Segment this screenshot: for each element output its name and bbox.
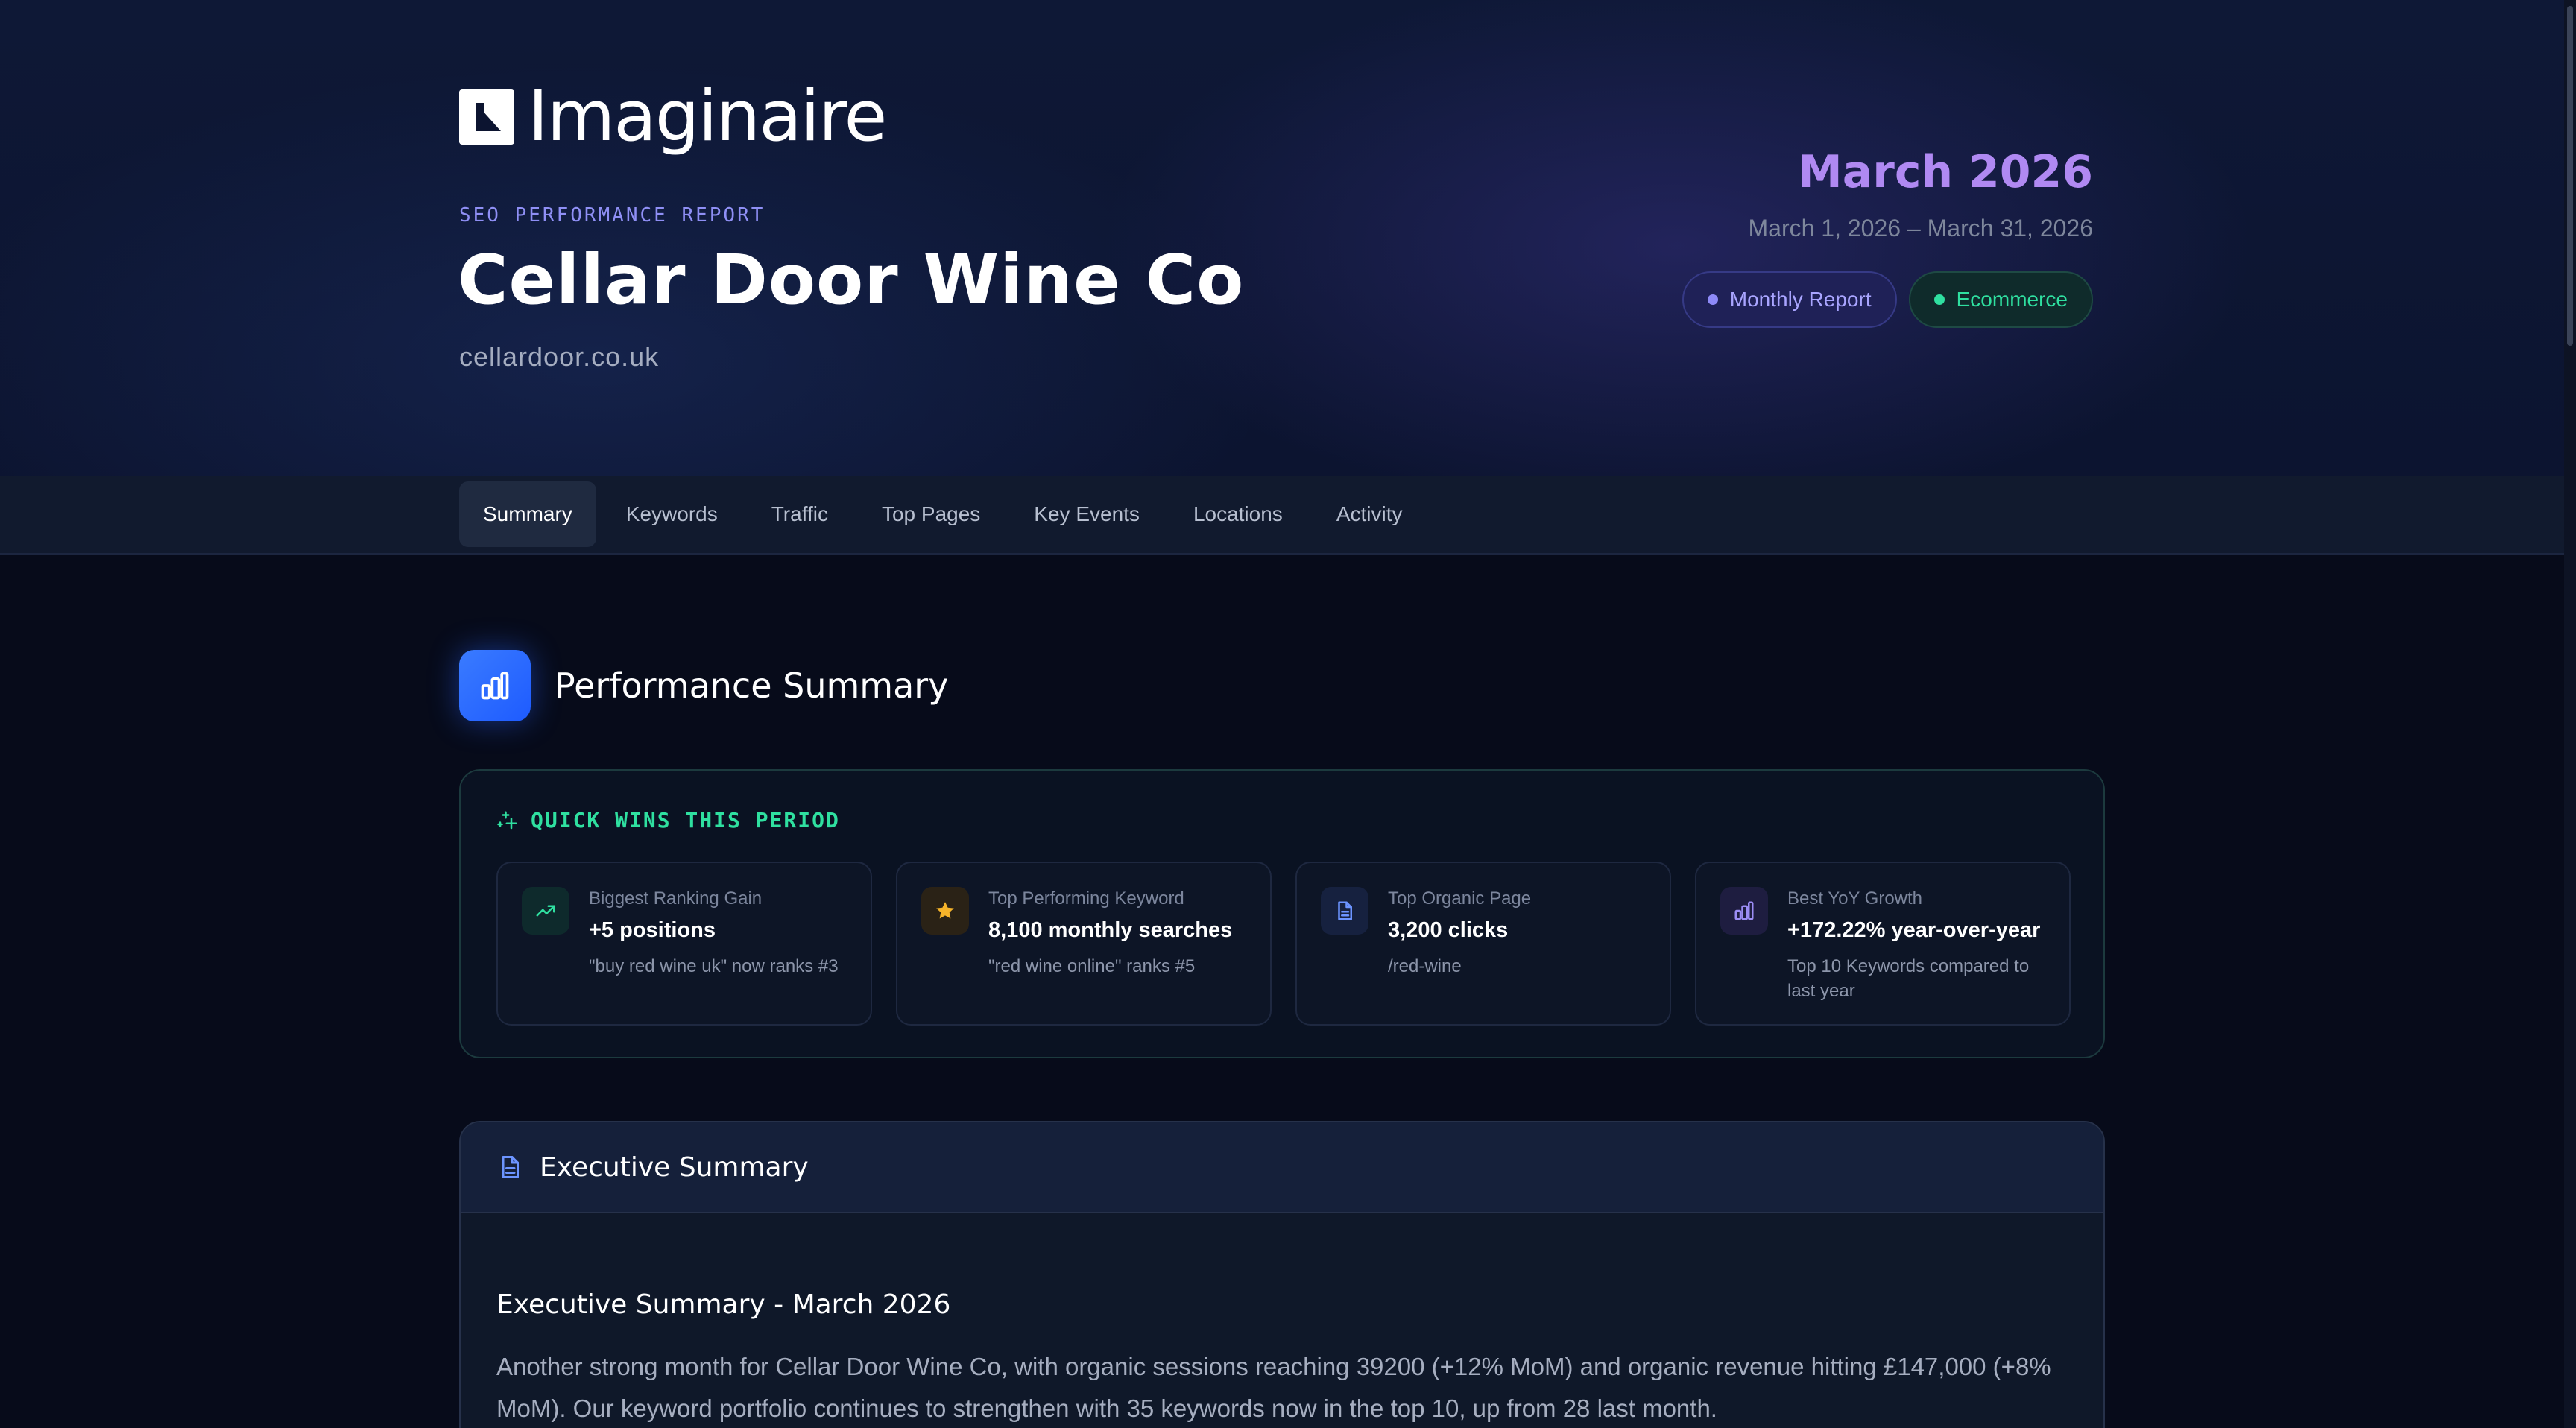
sparkle-icon	[497, 811, 517, 829]
card-value: +5 positions	[589, 918, 716, 942]
executive-summary-header: Executive Summary	[461, 1122, 2103, 1213]
tab-traffic[interactable]: Traffic	[748, 481, 852, 547]
main-content: Performance Summary QUICK WINS THIS PERI…	[0, 555, 2564, 1428]
card-label: Top Organic Page	[1388, 888, 1532, 909]
document-icon	[1321, 887, 1368, 935]
quick-win-card-top-page: Top Organic Page 3,200 clicks /red-wine	[1295, 862, 1671, 1026]
status-dot-icon	[1933, 294, 1945, 305]
card-description: /red-wine	[1388, 956, 1462, 976]
executive-summary-title: Executive Summary	[540, 1151, 809, 1183]
badge-label: Ecommerce	[1956, 288, 2068, 311]
client-domain: cellardoor.co.uk	[459, 341, 660, 372]
performance-section-header: Performance Summary	[459, 650, 948, 721]
badge-monthly-report: Monthly Report	[1682, 271, 1897, 328]
card-description: Top 10 Keywords compared to last year	[1787, 956, 2030, 1001]
tab-key-events[interactable]: Key Events	[1010, 481, 1164, 547]
card-label: Best YoY Growth	[1787, 888, 1923, 909]
quick-win-card-top-keyword: Top Performing Keyword 8,100 monthly sea…	[896, 862, 1272, 1026]
quick-win-card-ranking-gain: Biggest Ranking Gain +5 positions "buy r…	[496, 862, 872, 1026]
page-title: Cellar Door Wine Co	[458, 240, 1245, 320]
logo-mark-icon	[459, 89, 514, 145]
badge-label: Monthly Report	[1729, 288, 1872, 311]
section-title: Performance Summary	[555, 666, 949, 706]
brand-name: Imaginaire	[528, 76, 887, 157]
card-label: Top Performing Keyword	[988, 888, 1184, 909]
card-description: "buy red wine uk" now ranks #3	[589, 956, 839, 976]
tab-top-pages[interactable]: Top Pages	[858, 481, 1004, 547]
card-value: +172.22% year-over-year	[1787, 918, 2041, 942]
tab-keywords[interactable]: Keywords	[602, 481, 742, 547]
card-label: Biggest Ranking Gain	[589, 888, 763, 909]
page-scrollbar[interactable]	[2564, 0, 2576, 1428]
tab-locations[interactable]: Locations	[1169, 481, 1307, 547]
document-icon	[502, 1156, 519, 1178]
tab-summary[interactable]: Summary	[459, 481, 596, 547]
executive-summary-subtitle: Executive Summary - March 2026	[496, 1289, 951, 1320]
tab-bar: Summary Keywords Traffic Top Pages Key E…	[0, 476, 2564, 555]
report-type-label: SEO PERFORMANCE REPORT	[459, 204, 765, 227]
executive-summary-panel: Executive Summary Executive Summary - Ma…	[459, 1121, 2105, 1428]
card-value: 8,100 monthly searches	[988, 918, 1233, 942]
report-period: March 2026	[1798, 146, 2093, 198]
trending-up-icon	[522, 887, 569, 935]
quick-wins-panel: QUICK WINS THIS PERIOD Biggest Ranking G…	[459, 769, 2105, 1058]
quick-wins-title: QUICK WINS THIS PERIOD	[496, 808, 840, 833]
badge-ecommerce: Ecommerce	[1908, 271, 2093, 328]
report-date-range: March 1, 2026 – March 31, 2026	[1748, 215, 2094, 241]
status-dot-icon	[1707, 294, 1718, 305]
report-badges: Monthly Report Ecommerce	[1682, 271, 2093, 328]
star-icon	[921, 887, 969, 935]
tab-activity[interactable]: Activity	[1313, 481, 1427, 547]
report-header: Imaginaire SEO PERFORMANCE REPORT Cellar…	[0, 0, 2564, 476]
executive-summary-body: Another strong month for Cellar Door Win…	[496, 1353, 2051, 1422]
brand-logo: Imaginaire	[459, 76, 887, 157]
quick-win-card-yoy-growth: Best YoY Growth +172.22% year-over-year …	[1695, 862, 2071, 1026]
bar-chart-icon	[1720, 887, 1768, 935]
card-description: "red wine online" ranks #5	[988, 956, 1196, 976]
scrollbar-thumb[interactable]	[2567, 6, 2573, 346]
bar-chart-icon	[459, 650, 531, 721]
card-value: 3,200 clicks	[1388, 918, 1509, 942]
